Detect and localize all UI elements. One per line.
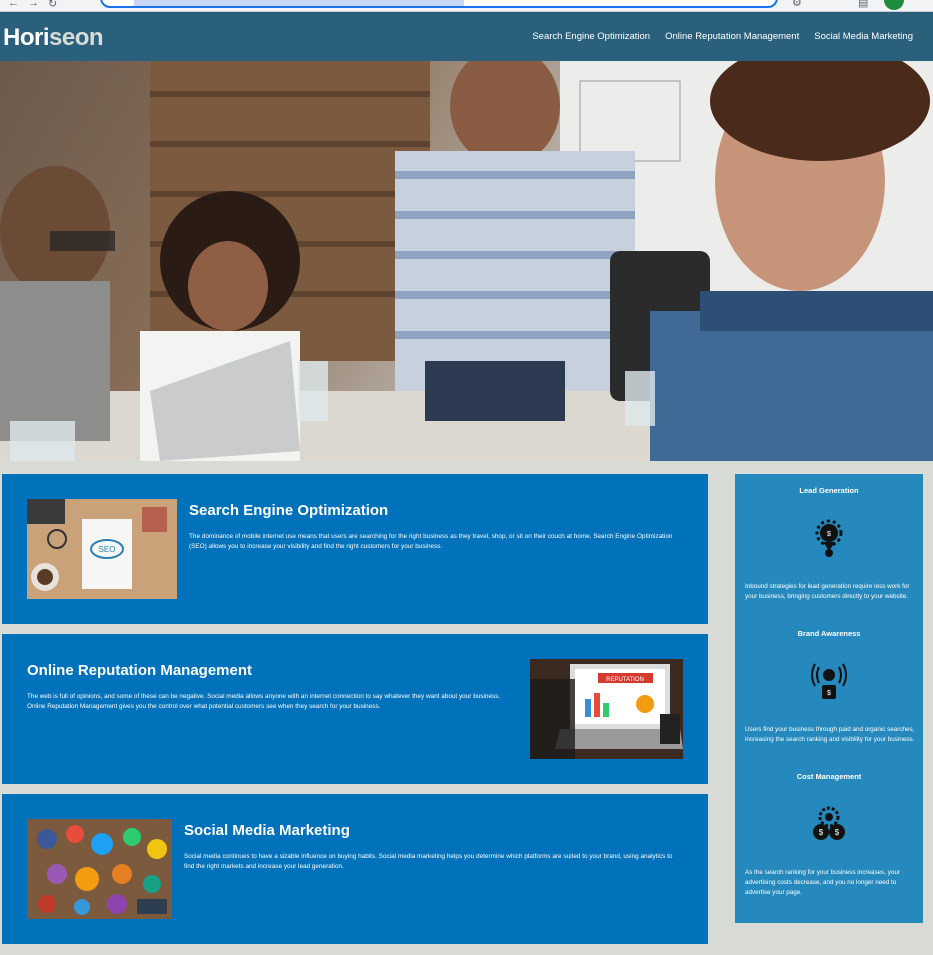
seo-section: SEO Search Engine Optimization The domin… [2, 474, 708, 624]
svg-text:SEO: SEO [99, 545, 116, 554]
reputation-section: Online Reputation Management The web is … [2, 634, 708, 784]
site-logo[interactable]: Horiseon [3, 24, 104, 52]
benefit-text: As the search ranking for your business … [745, 869, 901, 896]
site-header: Horiseon Search Engine Optimization Onli… [0, 12, 933, 61]
page-bottom [0, 945, 933, 955]
logo-text-main: Hori [3, 24, 50, 51]
svg-text:$: $ [819, 828, 824, 837]
back-icon[interactable]: ← [8, 0, 19, 9]
social-media-title: Social Media Marketing [184, 822, 350, 839]
cost-management-icon: $ $ [813, 806, 845, 840]
logo-text-accent: seon [49, 24, 104, 51]
benefit-title: Brand Awareness [797, 629, 861, 638]
benefits-sidebar: Lead Generation $ Inbound strategies for… [735, 474, 923, 923]
social-media-image [27, 819, 172, 919]
svg-text:$: $ [835, 828, 840, 837]
reputation-text: The web is full of opinions, and some of… [27, 693, 501, 710]
reputation-image: REPUTATION [530, 659, 683, 759]
svg-text:$: $ [827, 690, 831, 697]
hero-image [0, 61, 933, 461]
benefit-title: Lead Generation [799, 486, 859, 495]
seo-image: SEO [27, 499, 177, 599]
forward-icon[interactable]: → [28, 0, 39, 9]
nav-link-seo[interactable]: Search Engine Optimization [532, 31, 650, 42]
browser-chrome: ← → ↻ ⚙ ▤ [0, 0, 933, 12]
extension-icon[interactable]: ⚙ [792, 0, 802, 9]
reload-icon[interactable]: ↻ [48, 0, 57, 10]
brand-awareness-icon: $ [811, 663, 847, 699]
main-nav: Search Engine Optimization Online Reputa… [532, 31, 913, 42]
benefit-title: Cost Management [796, 772, 862, 781]
hero-illustration [0, 61, 933, 461]
benefit-text: Users find your business through paid an… [745, 726, 915, 743]
svg-text:$: $ [827, 531, 831, 538]
seo-title: Search Engine Optimization [189, 502, 389, 519]
profile-avatar[interactable] [884, 0, 904, 10]
nav-link-social-media[interactable]: Social Media Marketing [814, 31, 913, 42]
nav-link-reputation[interactable]: Online Reputation Management [665, 31, 799, 42]
seo-text: The dominance of mobile internet use mea… [189, 533, 673, 550]
social-media-text: Social media continues to have a sizable… [184, 853, 673, 870]
social-media-section: Social Media Marketing Social media cont… [2, 794, 708, 944]
reputation-title: Online Reputation Management [27, 662, 253, 679]
social-media-illustration [27, 819, 172, 919]
address-selection [134, 0, 464, 6]
benefit-text: Inbound strategies for lead generation r… [745, 583, 910, 600]
reputation-illustration: REPUTATION [530, 659, 683, 759]
sidebar-toggle-icon[interactable]: ▤ [858, 0, 868, 9]
seo-illustration: SEO [27, 499, 177, 599]
lead-generation-icon: $ [815, 519, 843, 557]
svg-text:REPUTATION: REPUTATION [606, 677, 644, 683]
address-bar[interactable] [100, 0, 778, 8]
